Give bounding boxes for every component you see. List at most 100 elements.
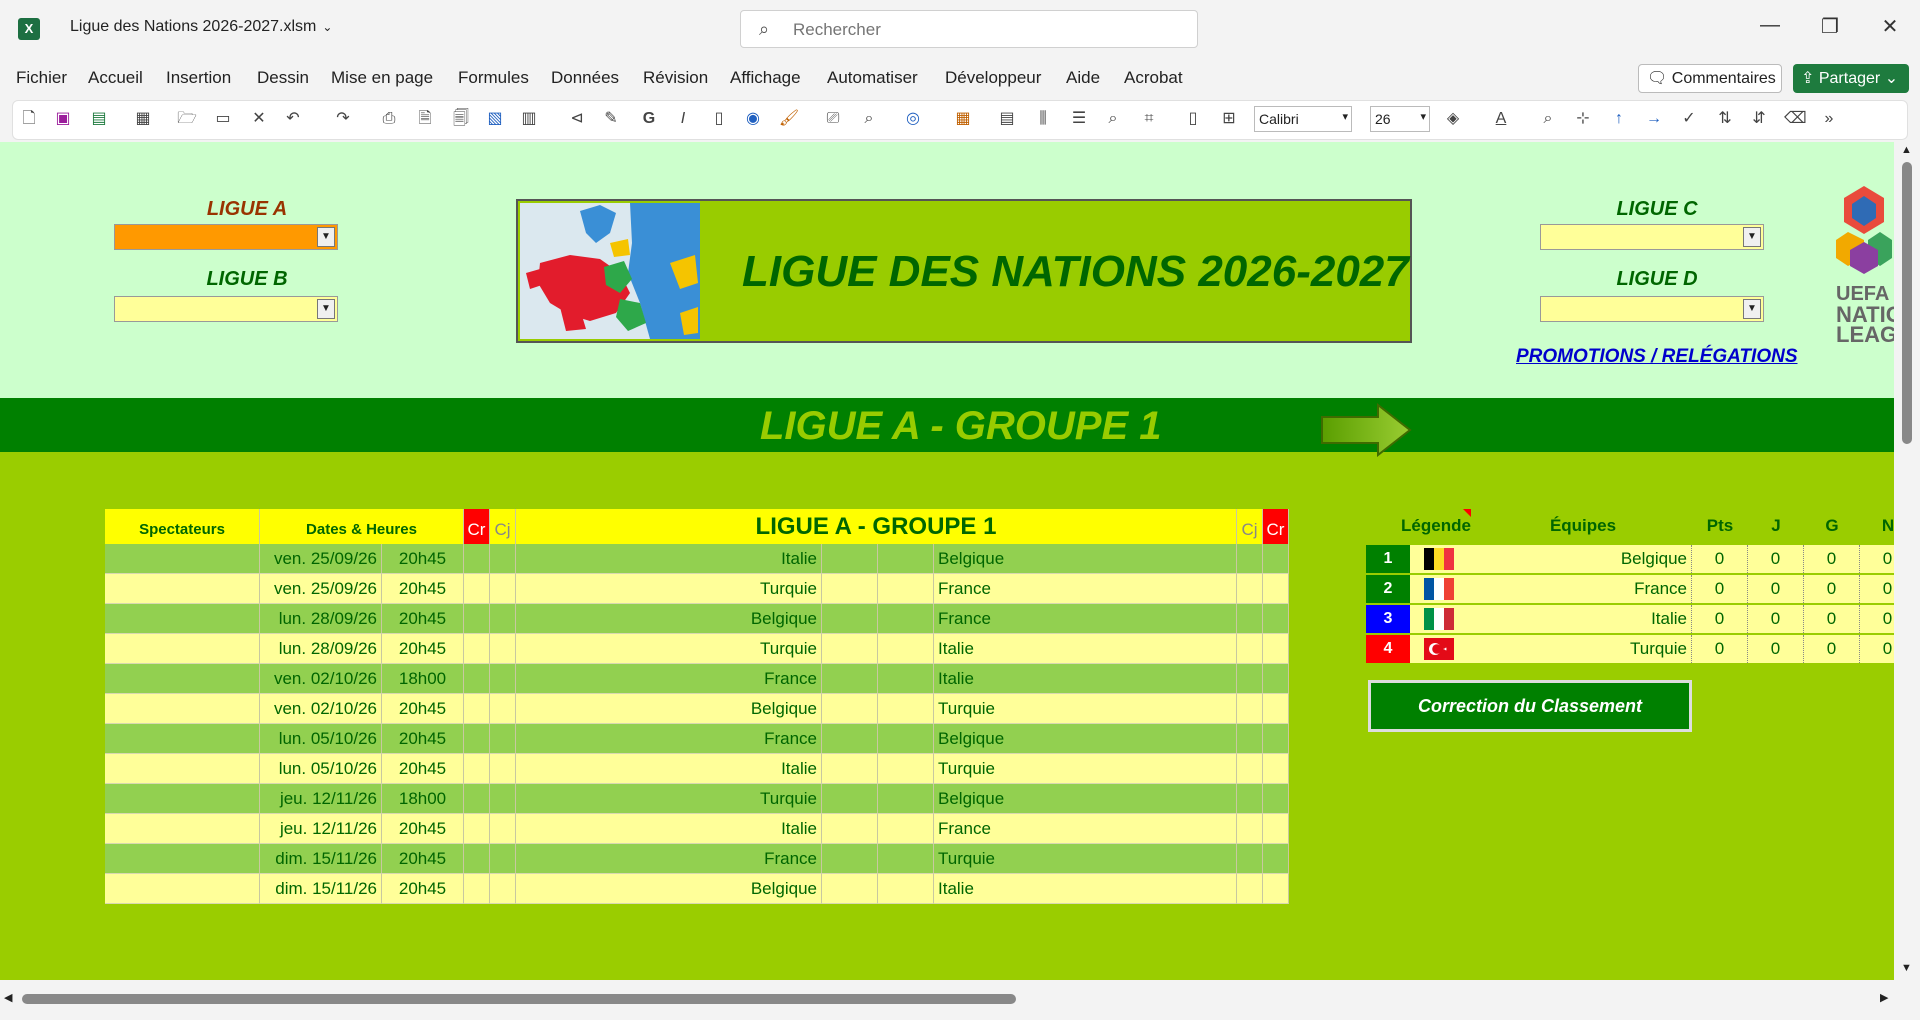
home-score-cell[interactable] bbox=[822, 604, 878, 634]
spectators-cell[interactable] bbox=[105, 724, 260, 754]
cj-right-cell[interactable] bbox=[1237, 874, 1263, 904]
undo-icon[interactable]: ↶ bbox=[282, 108, 304, 130]
away-team[interactable]: France bbox=[934, 814, 1237, 844]
cj-right-cell[interactable] bbox=[1237, 694, 1263, 724]
home-score-cell[interactable] bbox=[822, 634, 878, 664]
home-score-cell[interactable] bbox=[822, 694, 878, 724]
away-team[interactable]: Turquie bbox=[934, 694, 1237, 724]
menu-automatiser[interactable]: Automatiser bbox=[827, 68, 918, 88]
match-time[interactable]: 20h45 bbox=[382, 874, 464, 904]
textbox-icon[interactable]: ▯ bbox=[708, 108, 730, 130]
menu-aide[interactable]: Aide bbox=[1066, 68, 1100, 88]
home-team[interactable]: France bbox=[516, 724, 822, 754]
away-team[interactable]: Belgique bbox=[934, 784, 1237, 814]
away-team[interactable]: Italie bbox=[934, 634, 1237, 664]
home-score-cell[interactable] bbox=[822, 784, 878, 814]
spectators-cell[interactable] bbox=[105, 874, 260, 904]
league-a-dropdown[interactable]: ▼ bbox=[114, 224, 338, 250]
away-team[interactable]: Turquie bbox=[934, 844, 1237, 874]
document-title[interactable]: Ligue des Nations 2026-2027.xlsm ⌄ bbox=[70, 18, 332, 36]
spectators-cell[interactable] bbox=[105, 754, 260, 784]
open-folder-icon[interactable]: 🗁 bbox=[176, 108, 198, 130]
away-score-cell[interactable] bbox=[878, 754, 934, 784]
shape-circle-icon[interactable]: ◉ bbox=[742, 108, 764, 130]
vertical-scroll-thumb[interactable] bbox=[1902, 162, 1912, 444]
spectators-cell[interactable] bbox=[105, 634, 260, 664]
home-team[interactable]: Belgique bbox=[516, 694, 822, 724]
crop-icon[interactable]: ⌗ bbox=[1138, 108, 1160, 130]
menu-insertion[interactable]: Insertion bbox=[166, 68, 231, 88]
comments-button[interactable]: 🗨 Commentaires bbox=[1638, 64, 1782, 93]
cj-left-cell[interactable] bbox=[490, 634, 516, 664]
away-team[interactable]: Belgique bbox=[934, 544, 1237, 574]
match-time[interactable]: 20h45 bbox=[382, 574, 464, 604]
match-time[interactable]: 20h45 bbox=[382, 634, 464, 664]
cj-right-cell[interactable] bbox=[1237, 664, 1263, 694]
spellcheck-icon[interactable]: ✓ bbox=[1678, 108, 1700, 130]
match-date[interactable]: jeu. 12/11/26 bbox=[260, 784, 382, 814]
match-time[interactable]: 18h00 bbox=[382, 784, 464, 814]
cj-right-cell[interactable] bbox=[1237, 724, 1263, 754]
menu-formules[interactable]: Formules bbox=[458, 68, 529, 88]
promotions-relegations-link[interactable]: PROMOTIONS / RELÉGATIONS bbox=[1516, 346, 1798, 368]
cr-left-cell[interactable] bbox=[464, 784, 490, 814]
cr-right-cell[interactable] bbox=[1263, 634, 1289, 664]
cr-left-cell[interactable] bbox=[464, 664, 490, 694]
cr-left-cell[interactable] bbox=[464, 544, 490, 574]
format-painter-icon[interactable]: 🖌 bbox=[778, 108, 800, 130]
font-color-icon[interactable]: A bbox=[1490, 108, 1512, 130]
match-time[interactable]: 20h45 bbox=[382, 814, 464, 844]
match-time[interactable]: 20h45 bbox=[382, 694, 464, 724]
cr-right-cell[interactable] bbox=[1263, 724, 1289, 754]
away-score-cell[interactable] bbox=[878, 844, 934, 874]
cr-left-cell[interactable] bbox=[464, 634, 490, 664]
away-team[interactable]: Turquie bbox=[934, 754, 1237, 784]
close-icon[interactable]: ✕ bbox=[1875, 14, 1905, 39]
borders-icon[interactable]: ⊞ bbox=[1218, 108, 1240, 130]
cr-right-cell[interactable] bbox=[1263, 604, 1289, 634]
cj-right-cell[interactable] bbox=[1237, 634, 1263, 664]
away-team[interactable]: France bbox=[934, 604, 1237, 634]
cr-right-cell[interactable] bbox=[1263, 874, 1289, 904]
home-team[interactable]: France bbox=[516, 844, 822, 874]
sort-ascending-icon[interactable]: ⇅ bbox=[1714, 108, 1736, 130]
save-as-icon[interactable]: ▤ bbox=[88, 108, 110, 130]
home-team[interactable]: France bbox=[516, 664, 822, 694]
cr-right-cell[interactable] bbox=[1263, 844, 1289, 874]
cr-right-cell[interactable] bbox=[1263, 664, 1289, 694]
font-size-select[interactable]: 26 ▾ bbox=[1370, 106, 1430, 132]
dropdown-arrow-icon[interactable]: ▼ bbox=[317, 299, 335, 319]
home-score-cell[interactable] bbox=[822, 574, 878, 604]
cj-left-cell[interactable] bbox=[490, 754, 516, 784]
match-date[interactable]: jeu. 12/11/26 bbox=[260, 814, 382, 844]
cr-left-cell[interactable] bbox=[464, 874, 490, 904]
column-icon[interactable]: ⫼ bbox=[1032, 108, 1054, 130]
horizontal-scrollbar[interactable]: ◀ ▶ bbox=[0, 980, 1920, 1020]
scroll-left-icon[interactable]: ◀ bbox=[4, 991, 12, 1004]
table-icon[interactable]: ▥ bbox=[518, 108, 540, 130]
cj-left-cell[interactable] bbox=[490, 814, 516, 844]
arrow-right-icon[interactable]: → bbox=[1643, 108, 1665, 130]
cr-left-cell[interactable] bbox=[464, 724, 490, 754]
cr-left-cell[interactable] bbox=[464, 844, 490, 874]
clear-format-icon[interactable]: ⌫ bbox=[1784, 108, 1807, 130]
scroll-down-icon[interactable]: ▼ bbox=[1901, 962, 1912, 974]
cr-right-cell[interactable] bbox=[1263, 754, 1289, 784]
match-date[interactable]: ven. 25/09/26 bbox=[260, 544, 382, 574]
spectators-cell[interactable] bbox=[105, 604, 260, 634]
fill-circle-icon[interactable]: ◎ bbox=[902, 108, 924, 130]
cr-left-cell[interactable] bbox=[464, 814, 490, 844]
zoom-icon[interactable]: ⌕ bbox=[1102, 108, 1124, 130]
match-date[interactable]: dim. 15/11/26 bbox=[260, 874, 382, 904]
camera-icon[interactable]: ⎚ bbox=[822, 108, 844, 130]
menu-acrobat[interactable]: Acrobat bbox=[1124, 68, 1183, 88]
match-time[interactable]: 20h45 bbox=[382, 724, 464, 754]
away-score-cell[interactable] bbox=[878, 814, 934, 844]
search-box[interactable]: ⌕ bbox=[740, 10, 1198, 48]
menu-mise-en-page[interactable]: Mise en page bbox=[331, 68, 433, 88]
cj-left-cell[interactable] bbox=[490, 574, 516, 604]
cj-right-cell[interactable] bbox=[1237, 574, 1263, 604]
cj-right-cell[interactable] bbox=[1237, 814, 1263, 844]
freeze-icon[interactable]: ▤ bbox=[996, 108, 1018, 130]
match-date[interactable]: lun. 28/09/26 bbox=[260, 604, 382, 634]
